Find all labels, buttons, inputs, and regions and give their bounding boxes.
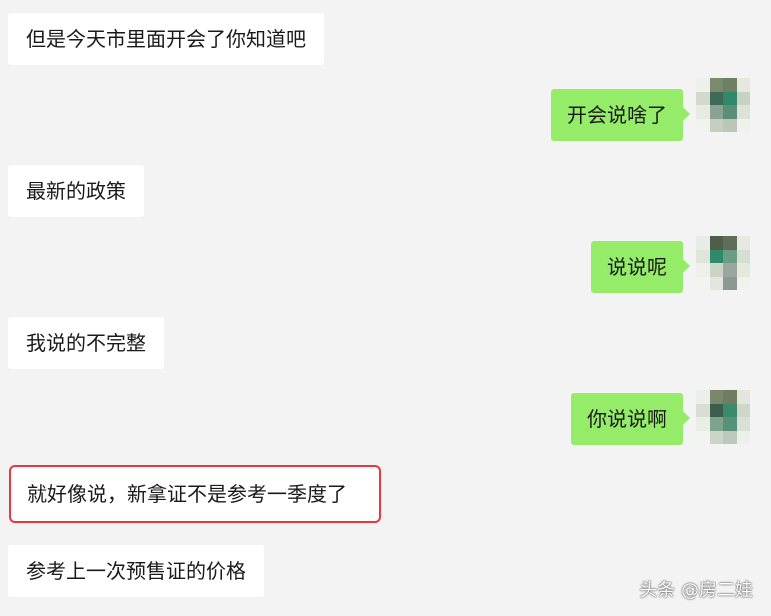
message-bubble-6[interactable]: 你说说啊 [571, 393, 690, 445]
message-bubble-4[interactable]: 说说呢 [591, 241, 690, 293]
message-bubble-2[interactable]: 开会说啥了 [551, 89, 690, 141]
avatar[interactable] [696, 78, 750, 132]
message-bubble-7-highlighted[interactable]: 就好像说，新拿证不是参考一季度了 [11, 467, 363, 521]
message-bubble-3[interactable]: 最新的政策 [8, 165, 144, 217]
watermark: 头条 @房二娃 [639, 580, 753, 601]
message-bubble-8[interactable]: 参考上一次预售证的价格 [8, 545, 264, 597]
avatar[interactable] [696, 236, 750, 290]
message-bubble-5[interactable]: 我说的不完整 [8, 317, 164, 369]
message-bubble-1[interactable]: 但是今天市里面开会了你知道吧 [8, 13, 324, 65]
avatar[interactable] [696, 390, 750, 444]
